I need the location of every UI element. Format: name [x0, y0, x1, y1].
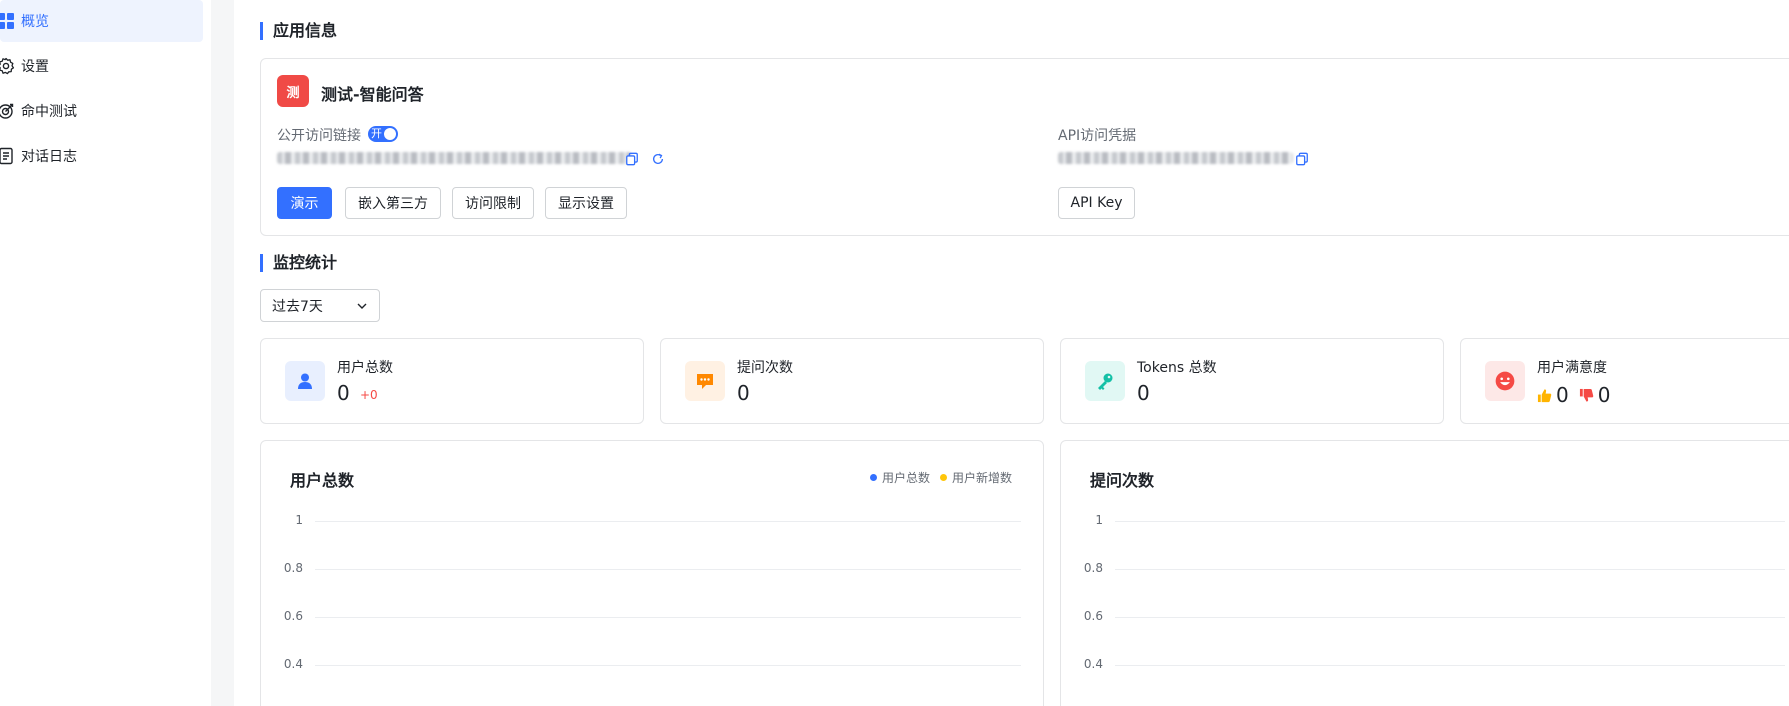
- chart-card-users: 用户总数 用户总数 用户新增数 1 0.8 0.6 0.4: [260, 440, 1044, 706]
- dislike-count: 0: [1597, 383, 1611, 407]
- stat-card-tokens: Tokens 总数 0: [1060, 338, 1444, 424]
- app-avatar: 测: [277, 75, 309, 107]
- grid-line: [315, 665, 1021, 666]
- sidebar-item-label: 设置: [21, 59, 49, 75]
- sidebar-item-label: 概览: [21, 14, 49, 30]
- stat-card-questions: 提问次数 0: [660, 338, 1044, 424]
- stat-delta: +0: [360, 388, 378, 402]
- grid-line: [1115, 521, 1785, 522]
- app-info-card: 测 测试-智能问答 公开访问链接 开 演示 嵌入第三方 访问限制 显示设置 AP…: [260, 58, 1789, 236]
- smile-icon: [1485, 361, 1525, 401]
- monitor-title: 监控统计: [260, 254, 337, 272]
- chart-title: 提问次数: [1090, 471, 1155, 490]
- grid-line: [315, 521, 1021, 522]
- y-tick-label: 0.4: [1083, 657, 1103, 671]
- grid-line: [1115, 617, 1785, 618]
- grid-line: [1115, 569, 1785, 570]
- thumbs-up-icon: [1537, 388, 1552, 403]
- chart-title: 用户总数: [290, 471, 355, 490]
- chat-icon: [685, 361, 725, 401]
- chart-card-questions: 提问次数 1 0.8 0.6 0.4: [1060, 440, 1789, 706]
- access-limit-button[interactable]: 访问限制: [452, 187, 534, 219]
- stat-label: 用户总数: [337, 360, 393, 376]
- main-content: 应用信息 测 测试-智能问答 公开访问链接 开 演示 嵌入第三方 访问限制 显示…: [234, 0, 1789, 706]
- stat-label: 提问次数: [737, 360, 793, 376]
- sidebar-item-chat-logs[interactable]: 对话日志: [0, 135, 203, 177]
- sidebar-item-settings[interactable]: 设置: [0, 45, 203, 87]
- display-settings-button[interactable]: 显示设置: [545, 187, 627, 219]
- stat-label: 用户满意度: [1537, 360, 1607, 376]
- like-count: 0: [1556, 383, 1569, 407]
- api-credentials-url: [1058, 152, 1293, 164]
- key-icon: [1085, 361, 1125, 401]
- public-link-label: 公开访问链接: [277, 128, 361, 144]
- public-link-url: [277, 152, 631, 164]
- grid-icon: [0, 12, 15, 30]
- period-select[interactable]: 过去7天: [260, 289, 380, 322]
- gear-icon: [0, 57, 15, 75]
- legend-dot-user-total: [870, 474, 877, 481]
- sidebar: 概览 设置 命中测试 对话日志: [0, 0, 211, 706]
- app-info-title: 应用信息: [260, 22, 337, 40]
- grid-line: [315, 569, 1021, 570]
- y-tick-label: 1: [295, 513, 303, 527]
- sidebar-item-label: 对话日志: [21, 149, 77, 165]
- user-icon: [285, 361, 325, 401]
- stat-value: 0: [737, 381, 750, 405]
- y-tick-label: 1: [1095, 513, 1103, 527]
- legend-label-user-total[interactable]: 用户总数: [882, 469, 930, 486]
- document-icon: [0, 147, 15, 165]
- target-icon: [0, 102, 15, 120]
- y-tick-label: 0.6: [1083, 609, 1103, 623]
- stat-card-satisfaction: 用户满意度 0 0: [1460, 338, 1789, 424]
- stat-value: 0: [337, 381, 350, 405]
- y-tick-label: 0.8: [1083, 561, 1103, 575]
- sidebar-divider: [211, 0, 234, 706]
- embed-third-party-button[interactable]: 嵌入第三方: [345, 187, 441, 219]
- thumbs-down-icon: [1579, 388, 1594, 403]
- copy-icon[interactable]: [624, 151, 640, 167]
- stat-card-users: 用户总数 0 +0: [260, 338, 644, 424]
- api-credentials-label: API访问凭据: [1058, 128, 1137, 144]
- grid-line: [1115, 665, 1785, 666]
- y-tick-label: 0.6: [283, 609, 303, 623]
- stat-value: 0: [1137, 381, 1150, 405]
- y-tick-label: 0.4: [283, 657, 303, 671]
- satisfaction-values: 0 0: [1537, 383, 1610, 407]
- sidebar-item-hit-test[interactable]: 命中测试: [0, 90, 203, 132]
- refresh-icon[interactable]: [650, 151, 666, 167]
- public-link-toggle[interactable]: 开: [368, 126, 398, 142]
- sidebar-item-label: 命中测试: [21, 104, 77, 120]
- copy-icon[interactable]: [1294, 151, 1310, 167]
- sidebar-item-overview[interactable]: 概览: [0, 0, 203, 42]
- stat-label: Tokens 总数: [1137, 360, 1217, 376]
- app-name: 测试-智能问答: [321, 85, 424, 104]
- y-tick-label: 0.8: [283, 561, 303, 575]
- period-select-value: 过去7天: [272, 298, 323, 315]
- demo-button[interactable]: 演示: [277, 187, 332, 219]
- chevron-down-icon: [355, 299, 369, 313]
- api-key-button[interactable]: API Key: [1058, 187, 1135, 219]
- grid-line: [315, 617, 1021, 618]
- legend-dot-user-new: [940, 474, 948, 481]
- chart-legend: 用户总数 用户新增数: [870, 469, 1012, 486]
- legend-label-user-new[interactable]: 用户新增数: [952, 469, 1012, 486]
